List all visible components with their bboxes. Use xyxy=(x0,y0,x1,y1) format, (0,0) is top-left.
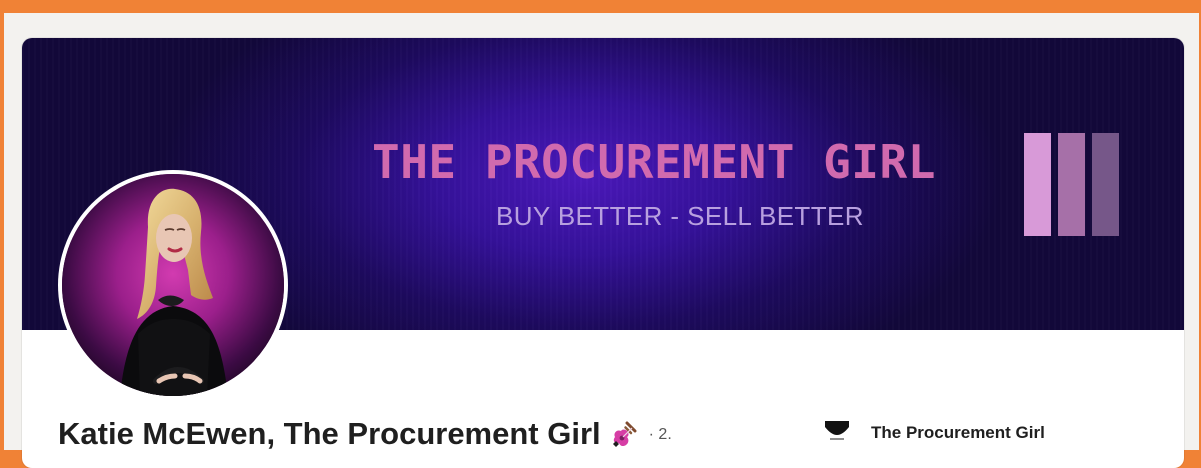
banner-bar-3 xyxy=(1092,133,1119,236)
company-name: The Procurement Girl xyxy=(871,423,1045,442)
banner-bars-logo xyxy=(1024,133,1119,236)
guitar-icon xyxy=(605,419,639,453)
banner-bar-2 xyxy=(1058,133,1085,236)
banner-bar-1 xyxy=(1024,133,1051,236)
company-logo-icon xyxy=(821,417,853,449)
banner-tagline: BUY BETTER - SELL BETTER xyxy=(496,201,864,231)
profile-name-row: Katie McEwen, The Procurement Girl · 2. xyxy=(58,414,672,454)
profile-name: Katie McEwen, The Procurement Girl xyxy=(58,416,601,451)
profile-avatar[interactable] xyxy=(58,170,288,400)
banner-title: THE PROCUREMENT GIRL xyxy=(372,135,936,189)
connection-degree: · 2. xyxy=(648,426,672,443)
avatar-photo xyxy=(62,174,284,396)
current-company[interactable]: The Procurement Girl xyxy=(821,417,1045,449)
profile-card: THE PROCUREMENT GIRL BUY BETTER - SELL B… xyxy=(22,38,1184,468)
